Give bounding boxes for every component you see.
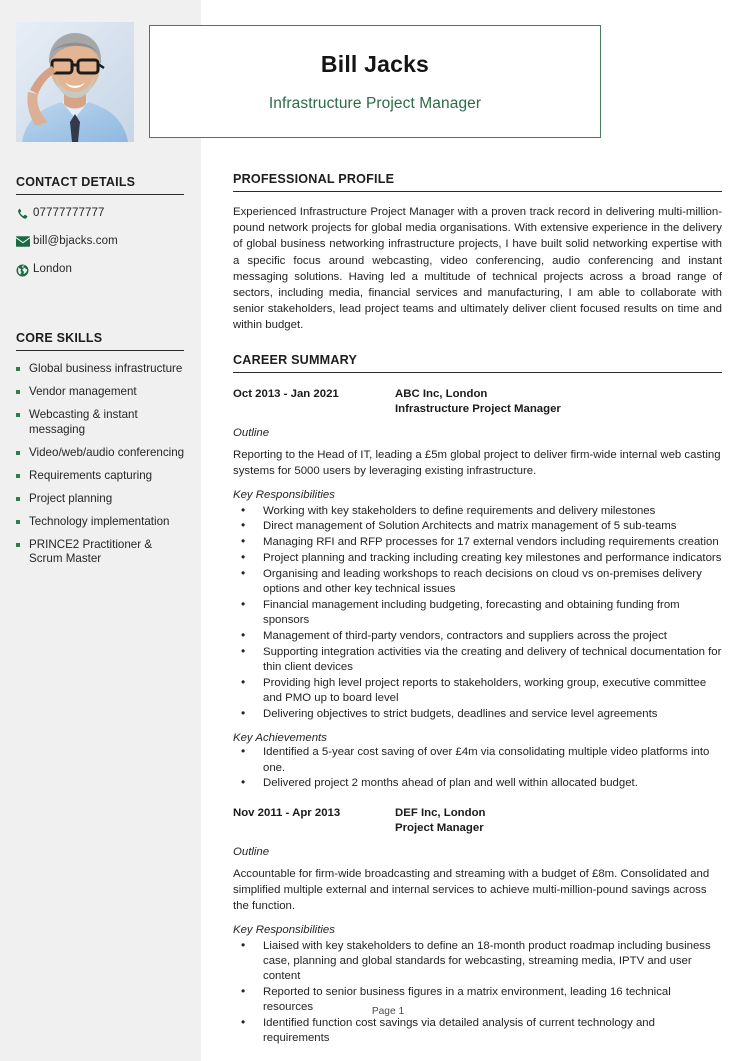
outline-text: Accountable for firm-wide broadcasting a…: [233, 867, 710, 912]
responsibilities-list: Liaised with key stakeholders to define …: [233, 938, 722, 1047]
job-meta: ABC Inc, London Infrastructure Project Ma…: [395, 387, 561, 417]
job-header: Nov 2011 - Apr 2013 DEF Inc, London Projec…: [233, 806, 722, 836]
page-title: Bill Jacks: [320, 50, 430, 77]
job-company: DEF Inc, London: [395, 806, 486, 819]
job-title-subtitle: Infrastructure Project Manager: [268, 94, 482, 112]
avatar: [16, 22, 134, 142]
bullet-icon: [16, 542, 20, 547]
responsibilities-label: Key Responsibilities: [233, 488, 335, 501]
contact-item-email[interactable]: bill@bjacks.com: [16, 235, 186, 250]
job-role: Infrastructure Project Manager: [395, 402, 561, 415]
job-entry: Oct 2013 - Jan 2021 ABC Inc, London Infras…: [233, 387, 722, 792]
responsibility-item: Direct management of Solution Architects…: [233, 518, 722, 534]
bullet-icon: [16, 496, 20, 501]
contact-email-value: bill@bjacks.com: [33, 235, 118, 247]
contact-item-phone[interactable]: 07777777777: [16, 207, 186, 222]
footer: Page 1: [0, 1006, 750, 1017]
jobs-container: Oct 2013 - Jan 2021 ABC Inc, London Infras…: [233, 387, 722, 1047]
contact-details-heading: CONTACT DETAILS: [16, 175, 184, 195]
responsibility-item: Liaised with key stakeholders to define …: [233, 938, 722, 985]
skill-item-label: Requirements capturing: [29, 468, 153, 482]
skill-item: Project planning: [16, 492, 186, 507]
responsibilities-list: Working with key stakeholders to define …: [233, 503, 722, 723]
job-role: Project Manager: [395, 821, 484, 834]
skill-item: Requirements capturing: [16, 469, 186, 484]
phone-icon: [16, 208, 33, 222]
job-dates: Nov 2011 - Apr 2013: [233, 806, 341, 819]
bullet-icon: [16, 450, 20, 455]
skill-item-label: Technology implementation: [29, 514, 170, 528]
skill-item-label: Video/web/audio conferencing: [29, 445, 185, 459]
responsibility-item: Management of third-party vendors, contr…: [233, 628, 722, 644]
job-header: Oct 2013 - Jan 2021 ABC Inc, London Infras…: [233, 387, 722, 417]
outline-label: Outline: [233, 845, 270, 858]
skill-item-label: Vendor management: [29, 385, 137, 398]
skill-item: PRINCE2 Practitioner & Scrum Master: [16, 538, 186, 567]
skill-item: Vendor management: [16, 385, 186, 400]
bullet-icon: [16, 519, 20, 524]
skill-item-label: PRINCE2 Practitioner & Scrum Master: [29, 537, 153, 566]
name-title-banner: Bill Jacks Infrastructure Project Manage…: [149, 25, 601, 138]
contact-details-section: CONTACT DETAILS 07777777777 bill@bjacks.…: [16, 175, 186, 291]
achievement-item: Delivered project 2 months ahead of plan…: [233, 775, 722, 791]
responsibility-item: Organising and leading workshops to reac…: [233, 566, 722, 598]
professional-profile-text: Experienced Infrastructure Project Manag…: [233, 206, 722, 332]
skill-item: Webcasting & instant messaging: [16, 408, 186, 437]
contact-location-value: London: [33, 263, 72, 275]
skill-item-label: Global business infrastructure: [29, 362, 183, 375]
bullet-icon: [16, 390, 20, 394]
professional-profile-section: PROFESSIONAL PROFILE Experienced Infrast…: [233, 172, 722, 334]
responsibilities-label: Key Responsibilities: [233, 923, 335, 936]
globe-icon: [16, 264, 33, 278]
achievement-item: Identified a 5-year cost saving of over …: [233, 744, 722, 776]
job-dates: Oct 2013 - Jan 2021: [233, 387, 339, 400]
responsibility-item: Providing high level project reports to …: [233, 675, 722, 707]
responsibility-item: Delivering objectives to strict budgets,…: [233, 706, 722, 722]
skill-item: Video/web/audio conferencing: [16, 446, 186, 461]
core-skills-section: CORE SKILLS Global business infrastructu…: [16, 331, 186, 575]
contact-list: 07777777777 bill@bjacks.com London: [16, 207, 186, 278]
skill-item: Technology implementation: [16, 515, 186, 530]
cv-page: CONTACT DETAILS 07777777777 bill@bjacks.…: [0, 0, 750, 1061]
bullet-icon: [16, 473, 20, 478]
responsibility-item: Identified function cost savings via det…: [233, 1015, 722, 1047]
responsibility-item: Financial management including budgeting…: [233, 597, 722, 629]
envelope-icon: [16, 236, 33, 250]
responsibility-item: Supporting integration activities via th…: [233, 644, 722, 676]
career-summary-section: CAREER SUMMARY Oct 2013 - Jan 2021 ABC In…: [233, 353, 722, 1047]
responsibility-item: Managing RFI and RFP processes for 17 ex…: [233, 534, 722, 550]
sidebar: CONTACT DETAILS 07777777777 bill@bjacks.…: [0, 0, 201, 1061]
bullet-icon: [16, 413, 20, 417]
job-meta: DEF Inc, London Project Manager: [395, 806, 485, 836]
contact-phone-value: 07777777777: [33, 207, 105, 219]
skill-item-label: Project planning: [29, 491, 113, 505]
skill-item-label: Webcasting & instant messaging: [29, 408, 138, 436]
responsibility-item: Working with key stakeholders to define …: [233, 503, 722, 519]
page-number-label: Page 1: [371, 1006, 405, 1017]
core-skills-heading: CORE SKILLS: [16, 331, 184, 351]
outline-label: Outline: [233, 426, 270, 439]
achievements-label: Key Achievements: [233, 732, 327, 745]
career-summary-heading: CAREER SUMMARY: [233, 353, 722, 373]
responsibility-item: Project planning and tracking including …: [233, 550, 722, 566]
professional-profile-heading: PROFESSIONAL PROFILE: [233, 172, 722, 192]
contact-item-location[interactable]: London: [16, 263, 186, 278]
achievements-list: Identified a 5-year cost saving of over …: [233, 744, 722, 791]
bullet-icon: [16, 367, 20, 371]
core-skills-list: Global business infrastructure Vendor man…: [16, 362, 186, 567]
job-company: ABC Inc, London: [395, 387, 488, 400]
outline-text: Reporting to the Head of IT, leading a £…: [233, 448, 721, 477]
skill-item: Global business infrastructure: [16, 362, 186, 377]
main-content: PROFESSIONAL PROFILE Experienced Infrast…: [233, 172, 722, 1047]
